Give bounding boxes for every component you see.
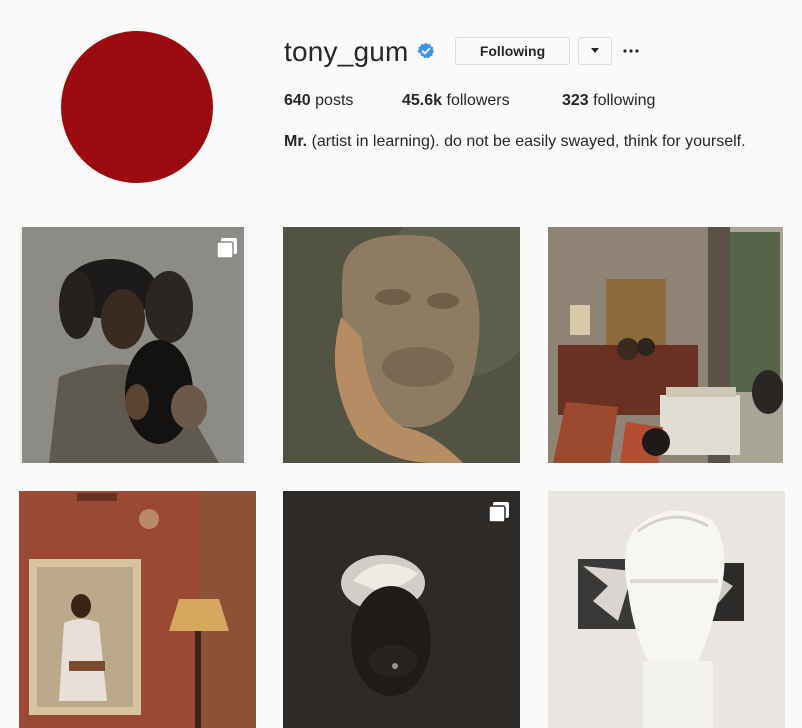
posts-count: 640 posts — [284, 91, 353, 111]
profile-bio: Mr. (artist in learning). do not be easi… — [284, 132, 746, 152]
caret-down-icon — [591, 48, 599, 53]
posts-count-label: posts — [315, 92, 354, 109]
post-tile[interactable] — [548, 227, 783, 463]
ellipsis-icon — [623, 49, 639, 53]
post-image-framed-portrait-and-lamp — [19, 491, 256, 728]
post-tile[interactable] — [548, 491, 785, 728]
verified-badge-icon — [417, 42, 435, 59]
post-tile[interactable] — [283, 227, 520, 463]
following-link[interactable]: 323 following — [562, 91, 655, 111]
post-tile[interactable] — [283, 491, 520, 728]
followers-count-value: 45.6k — [402, 92, 443, 109]
followers-link[interactable]: 45.6k followers — [402, 91, 510, 111]
posts-count-value: 640 — [284, 92, 311, 109]
followers-count-label: followers — [446, 92, 510, 109]
post-tile[interactable] — [19, 227, 248, 463]
profile-username: tony_gum — [284, 36, 409, 67]
more-options-button[interactable] — [621, 37, 641, 65]
bio-name: Mr. — [284, 133, 308, 150]
post-image-white-sculpture-head — [548, 491, 785, 728]
follow-options-dropdown-button[interactable] — [578, 37, 612, 65]
following-count-value: 323 — [562, 92, 589, 109]
bio-text: (artist in learning). do not be easily s… — [311, 133, 746, 150]
following-button[interactable]: Following — [455, 37, 570, 65]
post-image-hand-holding-mask — [283, 227, 520, 463]
post-image-interior-room-with-chairs — [548, 227, 783, 463]
following-count-label: following — [593, 92, 656, 109]
post-image-dark-portrait-headwrap — [283, 491, 520, 728]
post-image-portrait-woman-with-cat — [19, 227, 248, 463]
post-tile[interactable] — [19, 491, 256, 728]
profile-avatar[interactable] — [61, 31, 213, 183]
multiple-photos-icon — [488, 502, 509, 523]
multiple-photos-icon — [216, 238, 237, 259]
